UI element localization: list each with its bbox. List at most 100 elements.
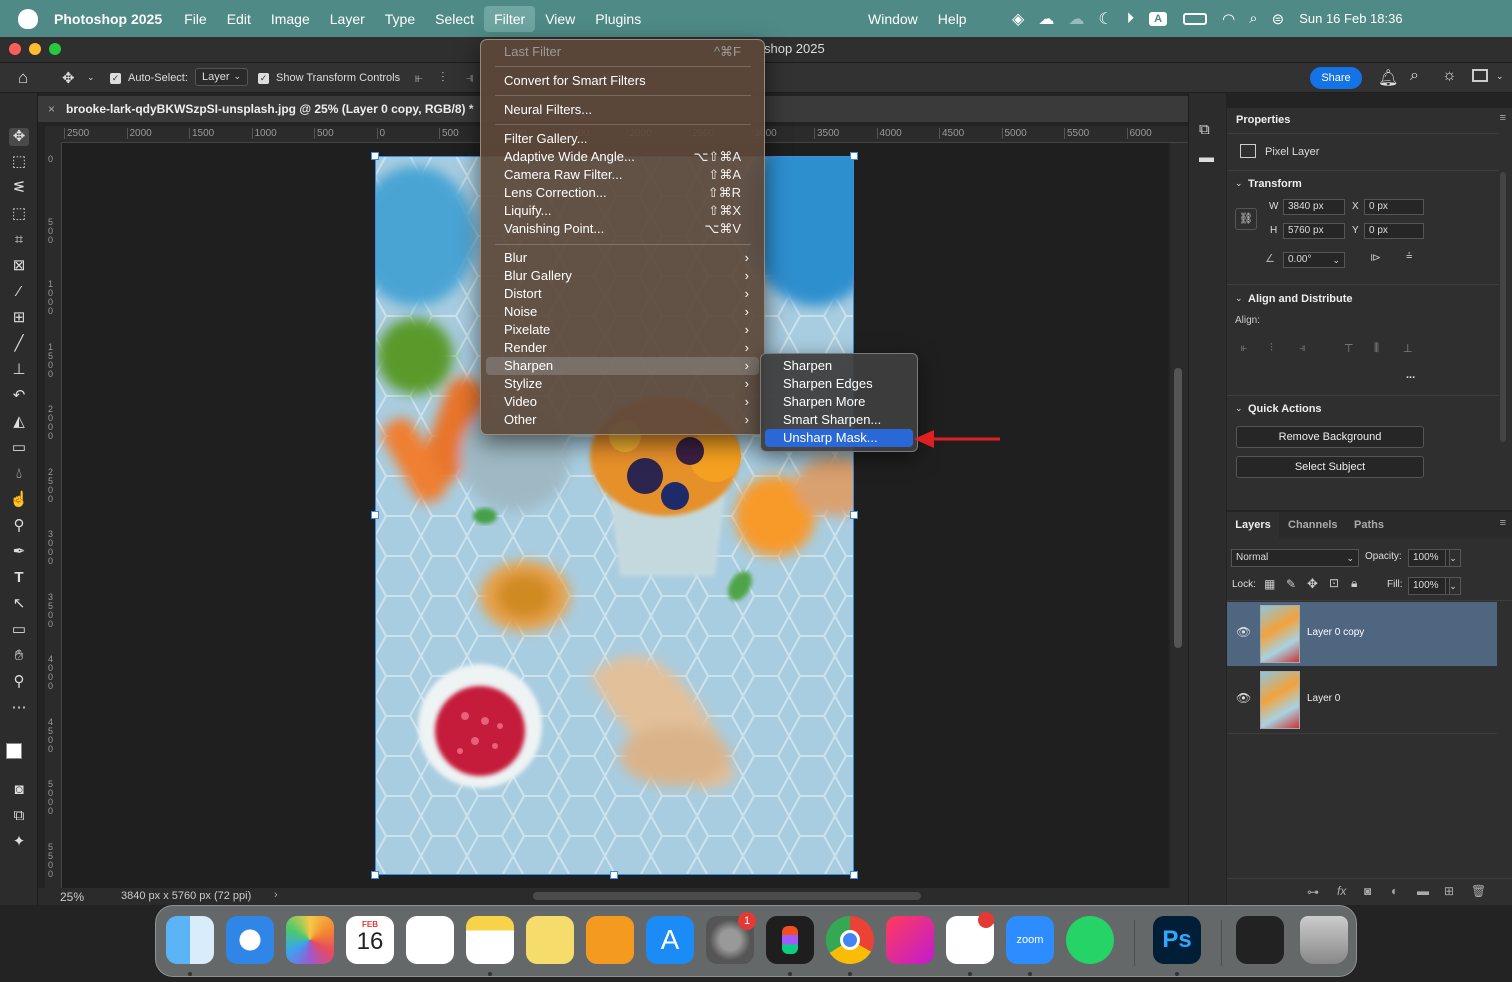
align-left-edges-icon[interactable]: ⫦	[1241, 342, 1247, 355]
menu-item-neural-filters[interactable]: Neural Filters...	[486, 101, 759, 119]
chevron-down-icon[interactable]: ⌄	[1445, 577, 1461, 595]
quick-actions-title[interactable]: Quick Actions	[1248, 403, 1322, 415]
link-layers-icon[interactable]: ⊶	[1307, 885, 1319, 899]
eyedropper-tool-icon[interactable]: ⁄	[9, 283, 29, 301]
finder-icon[interactable]	[166, 916, 214, 964]
menu-item-video[interactable]: Video ›	[486, 393, 759, 411]
cloud-icon[interactable]: ☁	[1068, 9, 1084, 29]
menu-item-stylize[interactable]: Stylize ›	[486, 375, 759, 393]
y-field[interactable]: 0 px	[1364, 223, 1424, 239]
zoom-window-button[interactable]	[49, 43, 61, 55]
menu-filter[interactable]: Filter	[484, 5, 536, 32]
tab-channels[interactable]: Channels	[1288, 512, 1338, 538]
clock[interactable]: Sun 16 Feb 18:36	[1299, 11, 1402, 26]
menu-item-blur-gallery[interactable]: Blur Gallery ›	[486, 267, 759, 285]
menu-item-other[interactable]: Other ›	[486, 411, 759, 429]
width-field[interactable]: 3840 px	[1283, 199, 1345, 215]
quick-mask-icon[interactable]: ◙	[9, 781, 29, 799]
more-align-options[interactable]: ...	[1406, 369, 1415, 381]
hand-tool-icon[interactable]: ✋︎	[9, 647, 29, 665]
eye-icon[interactable]: 👁︎	[1236, 625, 1251, 639]
transform-handle[interactable]	[850, 152, 858, 160]
scroll-thumb[interactable]	[1174, 368, 1182, 648]
move-tool-icon[interactable]: ✥	[9, 128, 29, 146]
eye-icon[interactable]: 👁︎	[1236, 691, 1251, 705]
auto-select-dropdown[interactable]: Layer ⌄	[195, 68, 248, 86]
properties-scrollbar[interactable]	[1500, 172, 1506, 442]
chevron-down-icon[interactable]: ⌄	[1496, 71, 1504, 82]
zoom-tool-icon[interactable]: ⚲	[9, 673, 29, 691]
opacity-field[interactable]: 100%	[1408, 549, 1450, 567]
brush-tool-icon[interactable]: ╱	[9, 335, 29, 353]
menu-item-blur[interactable]: Blur ›	[486, 249, 759, 267]
chevron-down-icon[interactable]: ⌄	[1235, 293, 1243, 304]
marquee-tool-icon[interactable]: ⬚	[9, 153, 29, 171]
flip-horizontal-icon[interactable]: ⧐	[1370, 251, 1381, 264]
auto-select-checkbox[interactable]: ✓	[110, 72, 121, 84]
chevron-down-icon[interactable]: ⌄	[87, 72, 95, 83]
system-settings-icon[interactable]: 1	[706, 912, 756, 964]
group-folder-icon[interactable]: ▬	[1417, 884, 1429, 898]
screen-mode-icon[interactable]: ⧉	[9, 807, 29, 825]
lightbulb-icon[interactable]: ☼	[1442, 67, 1457, 85]
menu-edit[interactable]: Edit	[217, 6, 261, 32]
rectangle-tool-icon[interactable]: ▭	[9, 621, 29, 639]
select-subject-button[interactable]: Select Subject	[1236, 456, 1424, 478]
trash-icon[interactable]: 🗑︎	[1471, 884, 1486, 898]
wifi-icon[interactable]: ◠	[1222, 10, 1235, 28]
bell-icon[interactable]: 🔔︎	[1378, 68, 1398, 88]
whatsapp-icon[interactable]	[1066, 916, 1114, 964]
lock-transparent-icon[interactable]: ▦	[1264, 577, 1275, 591]
battery-icon[interactable]	[1183, 12, 1208, 25]
menu-item-adaptive-wide-angle[interactable]: Adaptive Wide Angle... ⌥⇧⌘A	[486, 148, 759, 166]
menu-item-pixelate[interactable]: Pixelate ›	[486, 321, 759, 339]
eraser-tool-icon[interactable]: ◭	[9, 413, 29, 431]
healing-brush-tool-icon[interactable]: ⊞	[9, 309, 29, 327]
path-select-tool-icon[interactable]: ↖	[9, 595, 29, 613]
document-dimensions[interactable]: 3840 px x 5760 px (72 ppi)	[121, 890, 251, 902]
submenu-item-sharpen-edges[interactable]: Sharpen Edges	[765, 375, 913, 393]
layer-row-selected[interactable]: 👁︎ Layer 0 copy	[1227, 602, 1497, 666]
menu-item-render[interactable]: Render ›	[486, 339, 759, 357]
zoom-level[interactable]: 25%	[60, 890, 84, 904]
transform-handle[interactable]	[850, 511, 858, 519]
menu-view[interactable]: View	[535, 6, 585, 32]
stamp-tool-icon[interactable]: ⊥	[9, 361, 29, 379]
menu-item-camera-raw[interactable]: Camera Raw Filter... ⇧⌘A	[486, 166, 759, 184]
layer-row[interactable]: 👁︎ Layer 0	[1227, 668, 1497, 732]
share-button[interactable]: Share	[1310, 67, 1362, 89]
history-brush-tool-icon[interactable]: ↶	[9, 387, 29, 405]
panel-menu-icon[interactable]: ≡	[1500, 112, 1506, 124]
lasso-tool-icon[interactable]: ᓬ	[9, 179, 29, 197]
transform-handle[interactable]	[850, 871, 858, 879]
horizontal-scrollbar[interactable]	[533, 892, 921, 900]
panel-menu-icon[interactable]: ≡	[1500, 517, 1506, 529]
smudge-tool-icon[interactable]: ☝	[9, 491, 29, 509]
play-icon[interactable]: ⏵	[1127, 10, 1135, 27]
close-window-button[interactable]	[9, 43, 21, 55]
pen-tool-icon[interactable]: ✒	[9, 543, 29, 561]
app-store-icon[interactable]: A	[646, 916, 694, 964]
transform-section-title[interactable]: Transform	[1248, 178, 1302, 190]
type-tool-icon[interactable]: T	[9, 569, 29, 587]
blend-mode-dropdown[interactable]: Normal ⌄	[1231, 549, 1359, 567]
chevron-down-icon[interactable]: ⌄	[1235, 178, 1243, 189]
close-tab-icon[interactable]: ×	[48, 96, 55, 122]
fx-icon[interactable]: fx	[1337, 884, 1346, 898]
generative-icon[interactable]: ✦	[9, 833, 29, 851]
history-panel-icon[interactable]: ⧉	[1199, 121, 1210, 138]
foreground-color-swatch[interactable]	[6, 743, 22, 759]
layer-name[interactable]: Layer 0	[1307, 693, 1340, 704]
photos-icon[interactable]	[286, 916, 334, 964]
frame-tool-icon[interactable]: ⊠	[9, 257, 29, 275]
blur-tool-icon[interactable]: 💧︎	[9, 465, 29, 483]
move-tool-icon[interactable]: ✥	[62, 69, 75, 87]
transform-handle[interactable]	[371, 871, 379, 879]
figma-icon[interactable]	[766, 916, 814, 964]
zoom-app-icon[interactable]: zoom	[1006, 916, 1054, 964]
dodge-tool-icon[interactable]: ⚲	[9, 517, 29, 535]
input-source-badge[interactable]: A	[1149, 11, 1168, 26]
tab-paths[interactable]: Paths	[1354, 512, 1384, 538]
align-center-icon[interactable]: ⫶	[441, 69, 445, 86]
submenu-item-unsharp-mask[interactable]: Unsharp Mask...	[765, 429, 913, 447]
